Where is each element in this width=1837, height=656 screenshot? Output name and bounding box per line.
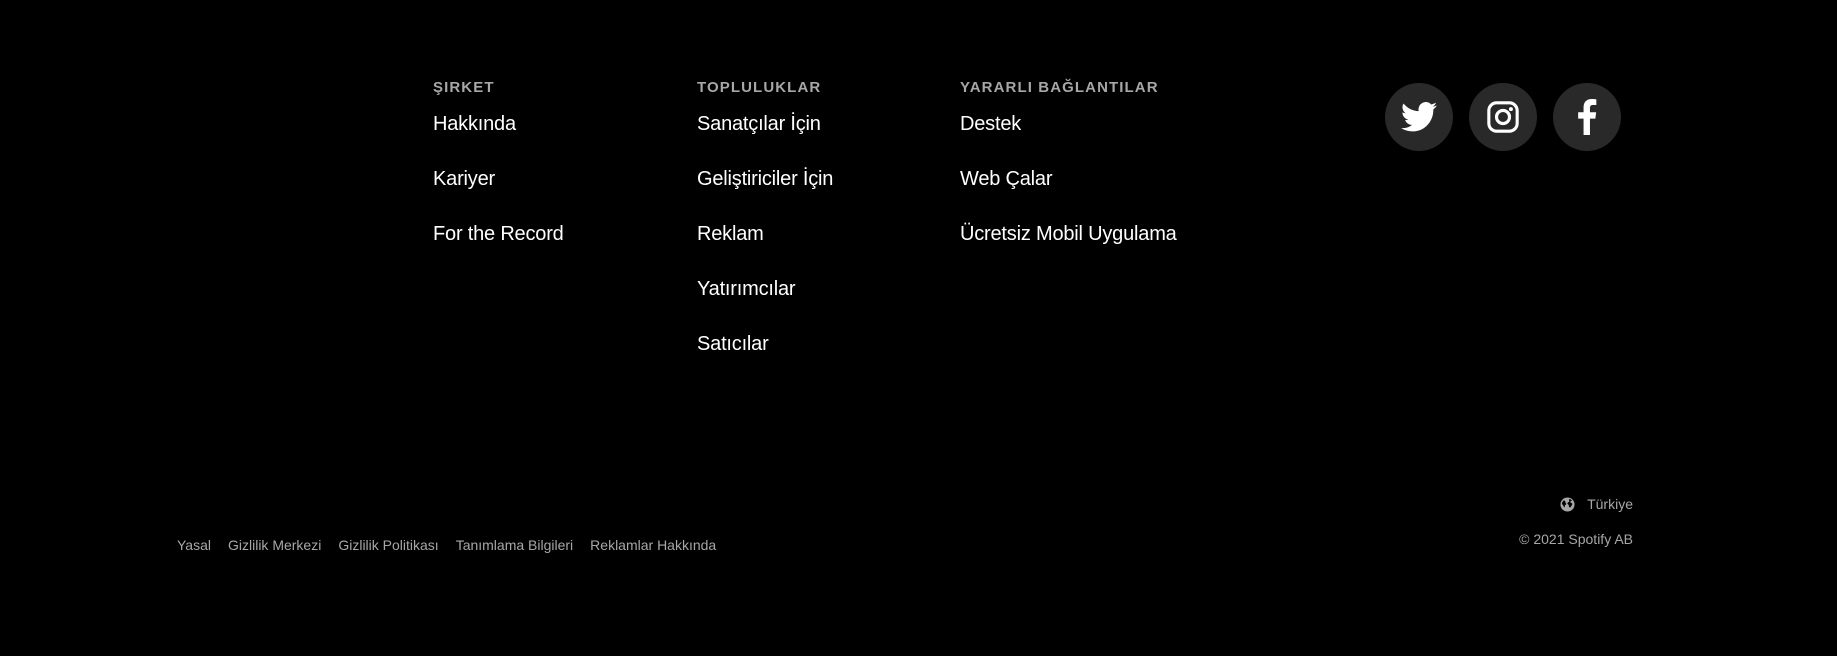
instagram-icon — [1487, 101, 1519, 133]
link-about[interactable]: Hakkında — [433, 113, 516, 135]
link-about-ads[interactable]: Reklamlar Hakkında — [590, 534, 716, 556]
link-support[interactable]: Destek — [960, 113, 1021, 135]
globe-icon — [1560, 496, 1575, 512]
column-heading-useful-links: Yararlı Bağlantılar — [960, 79, 1159, 96]
site-footer: Şirket Hakkında Kariyer For the Record T… — [0, 0, 1837, 656]
company-link-list: Hakkında Kariyer For the Record — [433, 108, 564, 273]
list-item: Yatırımcılar — [697, 273, 833, 328]
link-privacy-center[interactable]: Gizlilik Merkezi — [228, 534, 321, 556]
list-item: Sanatçılar İçin — [697, 108, 833, 163]
link-developers[interactable]: Geliştiriciler İçin — [697, 168, 833, 190]
link-for-artists[interactable]: Sanatçılar İçin — [697, 113, 821, 135]
link-advertising[interactable]: Reklam — [697, 223, 764, 245]
link-privacy-policy[interactable]: Gizlilik Politikası — [338, 534, 438, 556]
link-investors[interactable]: Yatırımcılar — [697, 278, 796, 300]
list-item: Ücretsiz Mobil Uygulama — [960, 218, 1177, 273]
list-item: For the Record — [433, 218, 564, 273]
list-item: Geliştiriciler İçin — [697, 163, 833, 218]
column-heading-company: Şirket — [433, 79, 495, 96]
footer-column-communities: Topluluklar Sanatçılar İçin Geliştiricil… — [697, 78, 833, 383]
facebook-icon — [1578, 99, 1597, 135]
list-item: Hakkında — [433, 108, 564, 163]
communities-link-list: Sanatçılar İçin Geliştiriciler İçin Rekl… — [697, 108, 833, 383]
social-links — [1385, 83, 1621, 151]
copyright-text: © 2021 Spotify AB — [1519, 531, 1633, 547]
link-web-player[interactable]: Web Çalar — [960, 168, 1053, 190]
footer-column-company: Şirket Hakkında Kariyer For the Record — [433, 78, 564, 273]
link-cookies[interactable]: Tanımlama Bilgileri — [456, 534, 573, 556]
list-item: Satıcılar — [697, 328, 833, 383]
region-selector[interactable]: Türkiye — [1560, 496, 1633, 512]
twitter-button[interactable] — [1385, 83, 1453, 151]
link-careers[interactable]: Kariyer — [433, 168, 495, 190]
list-item: Reklam — [697, 218, 833, 273]
column-heading-communities: Topluluklar — [697, 79, 822, 96]
link-free-mobile-app[interactable]: Ücretsiz Mobil Uygulama — [960, 223, 1177, 245]
instagram-button[interactable] — [1469, 83, 1537, 151]
link-vendors[interactable]: Satıcılar — [697, 333, 769, 355]
region-label: Türkiye — [1587, 496, 1633, 512]
facebook-button[interactable] — [1553, 83, 1621, 151]
useful-link-list: Destek Web Çalar Ücretsiz Mobil Uygulama — [960, 108, 1177, 273]
legal-links: Yasal Gizlilik Merkezi Gizlilik Politika… — [177, 534, 733, 556]
twitter-icon — [1401, 102, 1437, 132]
link-for-the-record[interactable]: For the Record — [433, 223, 564, 245]
link-legal[interactable]: Yasal — [177, 534, 211, 556]
list-item: Destek — [960, 108, 1177, 163]
footer-column-useful-links: Yararlı Bağlantılar Destek Web Çalar Ücr… — [960, 78, 1177, 273]
list-item: Web Çalar — [960, 163, 1177, 218]
list-item: Kariyer — [433, 163, 564, 218]
